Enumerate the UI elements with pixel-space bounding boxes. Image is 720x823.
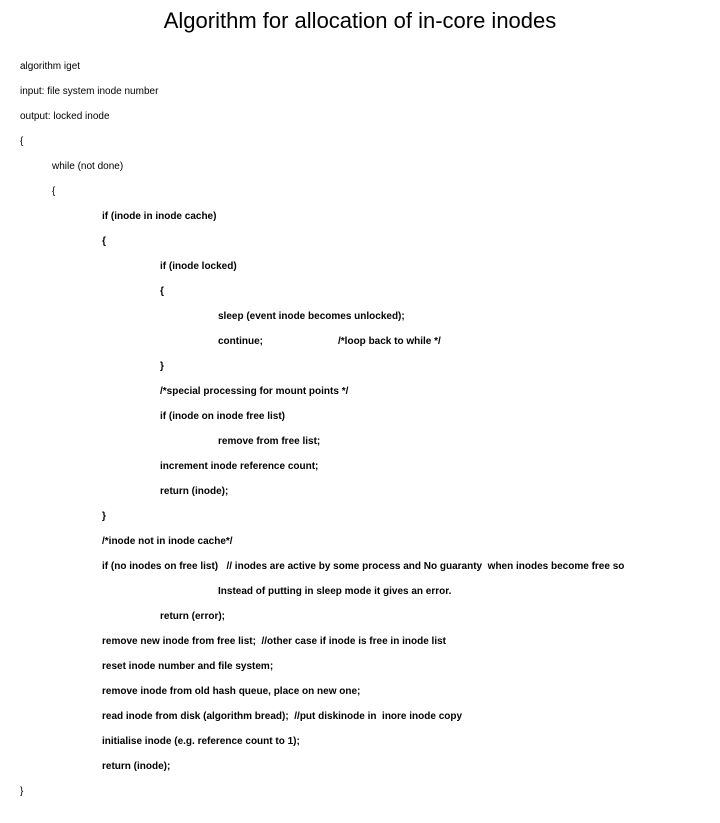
code-line: continue; /*loop back to while */ [20, 336, 700, 349]
code-line: output: locked inode [20, 111, 700, 124]
code-text: if (no inodes on free list) [102, 561, 218, 572]
code-text: continue; [218, 336, 263, 347]
code-line: { [20, 236, 700, 249]
code-line: while (not done) [20, 161, 700, 174]
code-line: if (inode on inode free list) [20, 411, 700, 424]
code-line: read inode from disk (algorithm bread); … [20, 711, 700, 724]
code-line: input: file system inode number [20, 86, 700, 99]
code-line: sleep (event inode becomes unlocked); [20, 311, 700, 324]
code-comment: //put diskinode in inore inode copy [294, 711, 462, 722]
code-line: return (inode); [20, 486, 700, 499]
code-line: } [20, 786, 700, 799]
code-text: remove new inode from free list; [102, 636, 256, 647]
code-line: /*inode not in inode cache*/ [20, 536, 700, 549]
code-line: /*special processing for mount points */ [20, 386, 700, 399]
code-line: if (inode in inode cache) [20, 211, 700, 224]
code-line: initialise inode (e.g. reference count t… [20, 736, 700, 749]
code-line: return (inode); [20, 761, 700, 774]
code-line: remove from free list; [20, 436, 700, 449]
code-comment: /*loop back to while */ [338, 336, 441, 347]
code-line: remove inode from old hash queue, place … [20, 686, 700, 699]
code-line: { [20, 286, 700, 299]
code-line: return (error); [20, 611, 700, 624]
code-comment: //other case if inode is free in inode l… [262, 636, 447, 647]
code-line: } [20, 361, 700, 374]
code-line: remove new inode from free list; //other… [20, 636, 700, 649]
code-text: read inode from disk (algorithm bread); [102, 711, 289, 722]
code-line: if (no inodes on free list) // inodes ar… [20, 561, 700, 574]
code-line: algorithm iget [20, 61, 700, 74]
slide-title: Algorithm for allocation of in-core inod… [20, 8, 700, 34]
code-line: } [20, 511, 700, 524]
code-comment: // inodes are active by some process and… [226, 561, 624, 572]
code-line: Instead of putting in sleep mode it give… [20, 586, 700, 599]
code-line: reset inode number and file system; [20, 661, 700, 674]
code-line: if (inode locked) [20, 261, 700, 274]
code-line: { [20, 186, 700, 199]
code-line: { [20, 136, 700, 149]
algorithm-block: algorithm iget input: file system inode … [20, 48, 700, 823]
code-line: increment inode reference count; [20, 461, 700, 474]
